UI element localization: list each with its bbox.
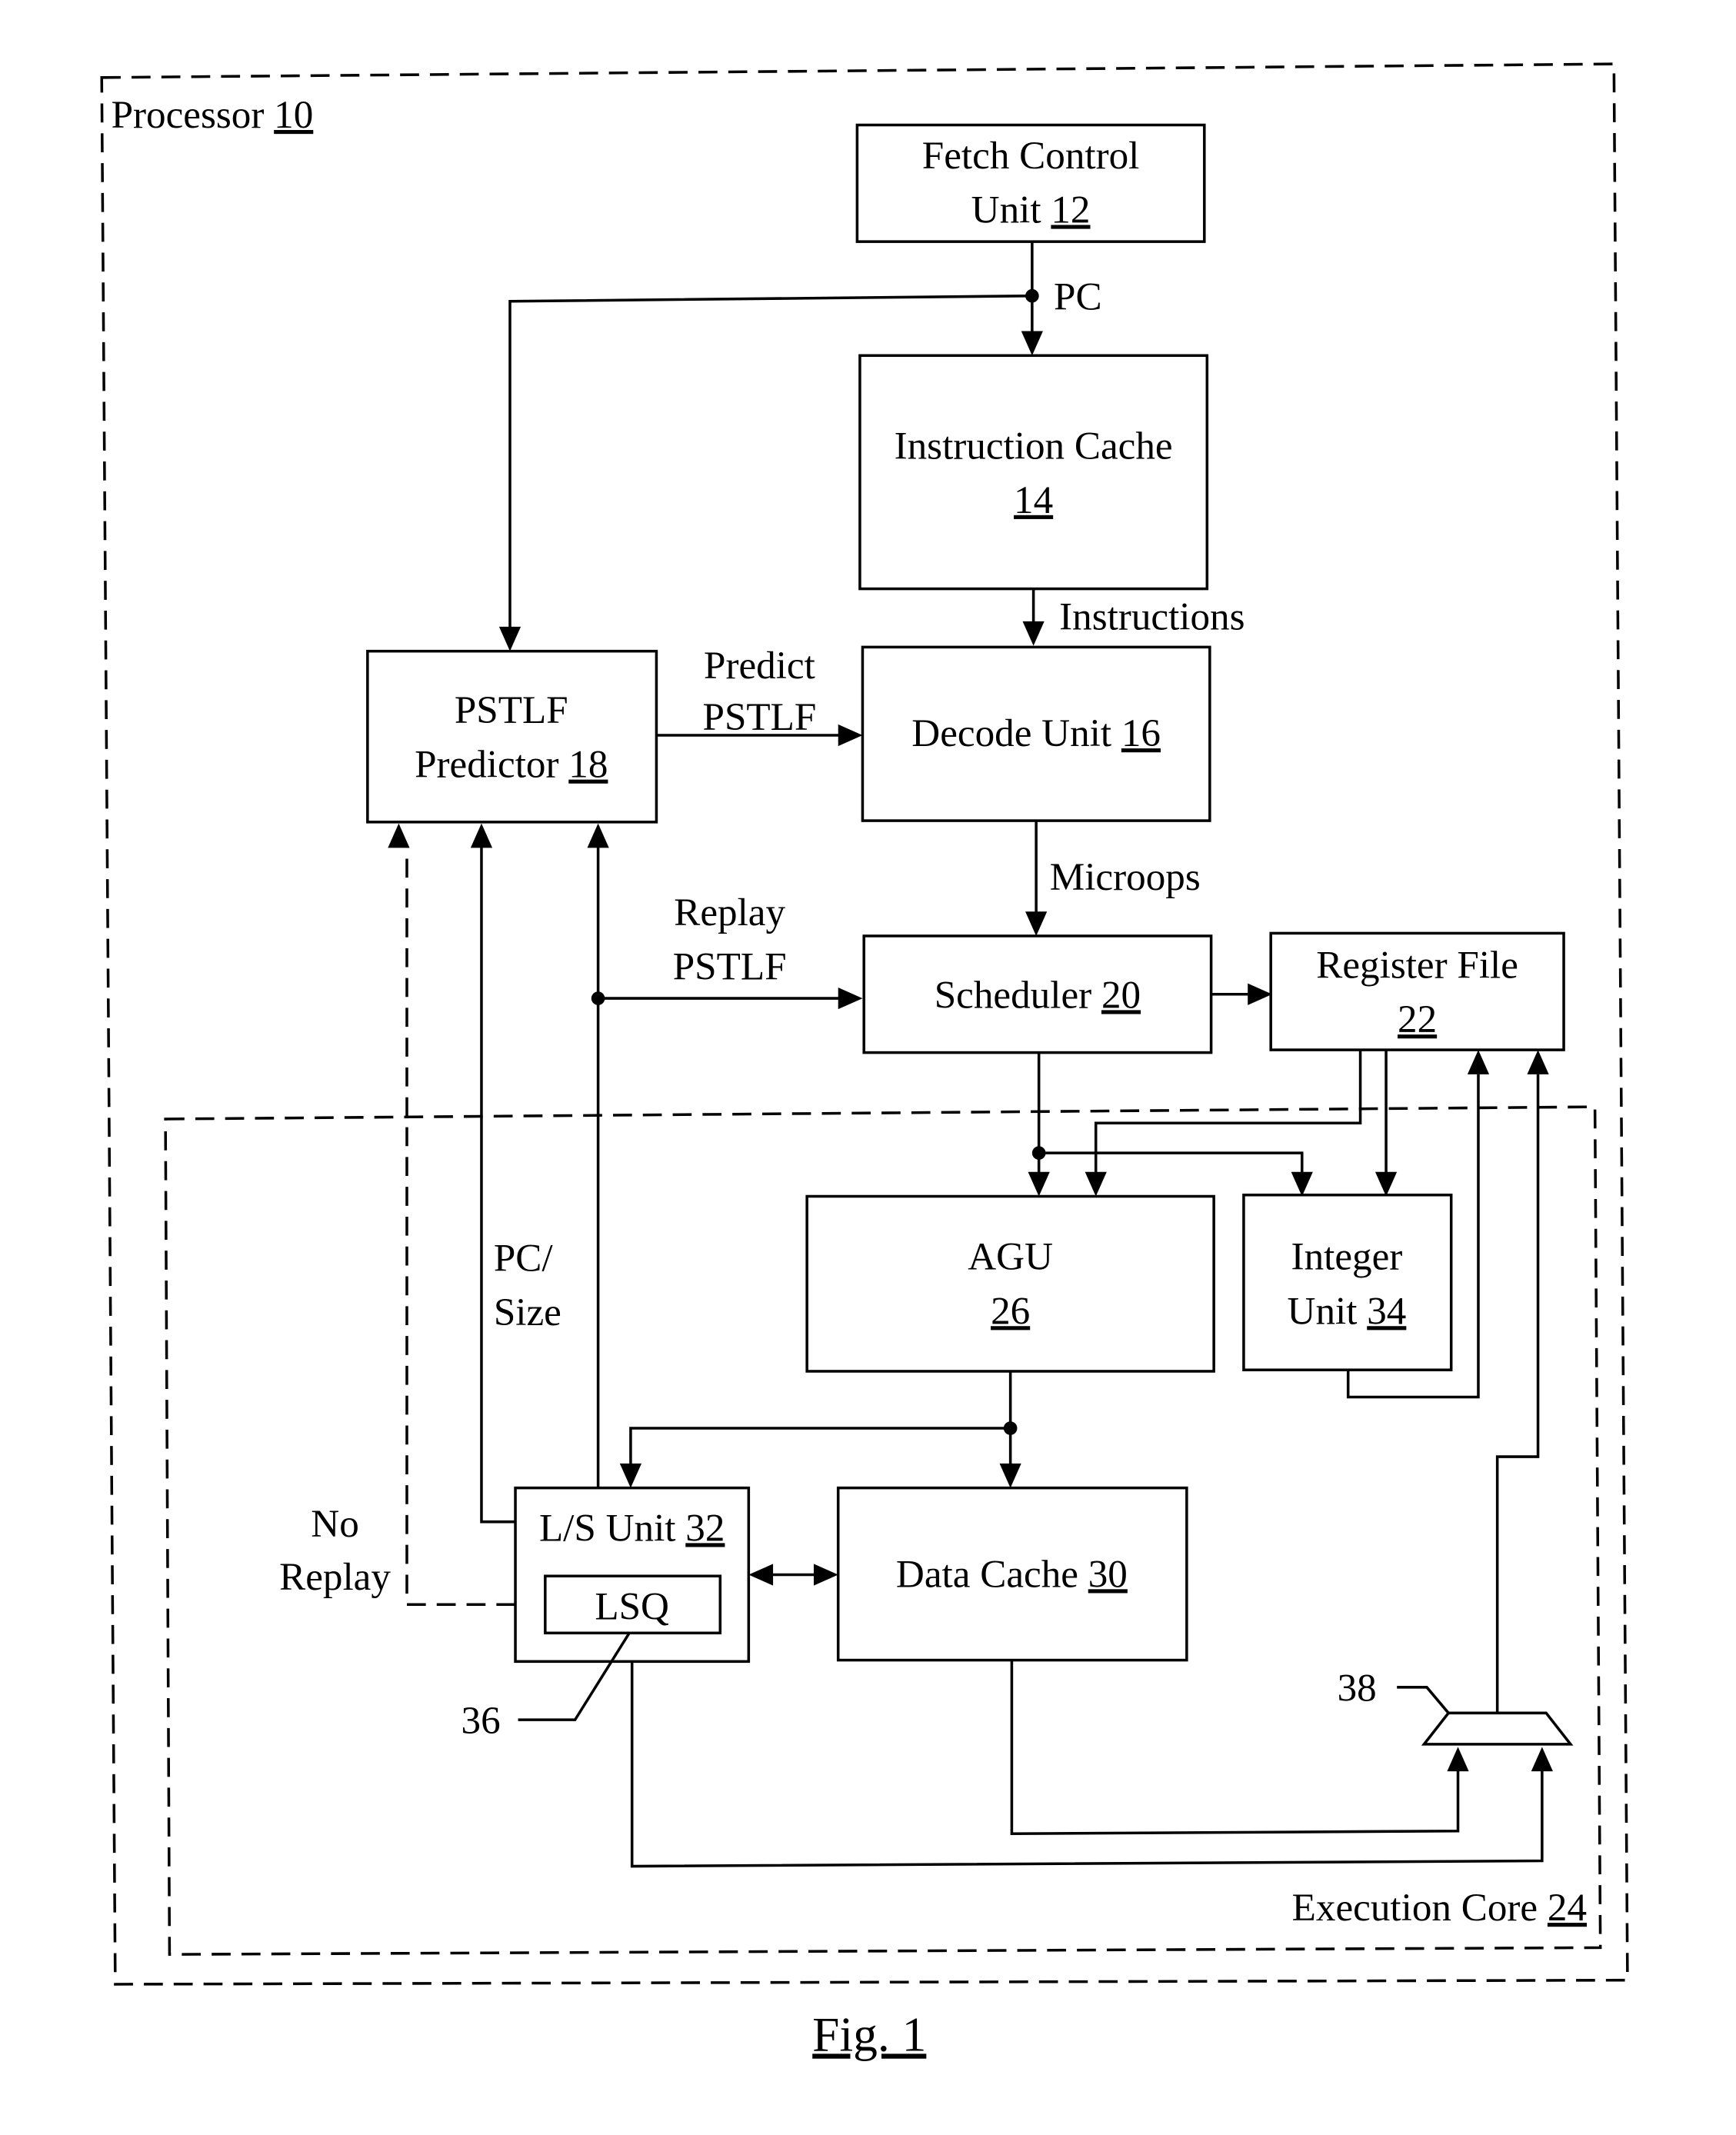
- svg-text:Integer: Integer: [1291, 1235, 1403, 1279]
- no-replay-label-line2: Replay: [279, 1555, 391, 1599]
- svg-text:Decode Unit 16: Decode Unit 16: [911, 711, 1161, 755]
- svg-text:Predictor 18: Predictor 18: [415, 743, 608, 787]
- agu-block: AGU 26: [805, 1194, 1215, 1373]
- instructions-signal-label: Instructions: [1059, 595, 1245, 638]
- svg-text:Unit 12: Unit 12: [971, 188, 1091, 231]
- decode-unit-block: Decode Unit 16: [861, 645, 1211, 822]
- dcache-to-mux-wire: [1010, 1660, 1460, 1836]
- predict-pstlf-label-line1: Predict: [704, 644, 815, 688]
- mux-callout-line: [1397, 1686, 1450, 1714]
- int-to-regfile-arrowhead: [1467, 1050, 1490, 1074]
- scheduler-junction: [1031, 1146, 1046, 1160]
- ls-to-mux-arrowhead: [1531, 1747, 1553, 1772]
- dcache-to-mux-arrowhead: [1447, 1747, 1469, 1772]
- replay-to-predictor-arrowhead: [587, 823, 609, 848]
- data-cache-block: Data Cache 30: [836, 1486, 1188, 1662]
- ls-unit-block: L/S Unit 32 LSQ: [514, 1486, 751, 1664]
- replay-pstlf-wire: [596, 846, 844, 1490]
- instructions-arrowhead: [1022, 621, 1045, 646]
- svg-text:Scheduler 20: Scheduler 20: [935, 973, 1141, 1017]
- lsq-callout-ref: 36: [461, 1699, 501, 1743]
- svg-text:Fetch Control: Fetch Control: [922, 134, 1140, 178]
- fetch-control-unit-block: Fetch Control Unit 12: [855, 123, 1206, 243]
- no-replay-label-line1: No: [311, 1502, 358, 1546]
- processor-label: Processor 10: [112, 93, 314, 137]
- svg-text:26: 26: [991, 1289, 1030, 1333]
- agu-to-ls-arrowhead: [619, 1463, 642, 1488]
- microops-signal-label: Microops: [1050, 855, 1201, 899]
- scheduler-to-int-arrowhead: [1291, 1171, 1313, 1197]
- figure-caption: Fig. 1: [812, 2007, 926, 2061]
- scheduler-to-agu-arrowhead: [1028, 1171, 1050, 1197]
- microops-arrowhead: [1025, 911, 1048, 936]
- svg-text:Data Cache 30: Data Cache 30: [896, 1552, 1128, 1596]
- no-replay-arrowhead: [388, 823, 410, 848]
- regfile-to-agu-arrowhead: [1085, 1171, 1107, 1197]
- agu-output-wire: [629, 1371, 1012, 1468]
- svg-text:22: 22: [1398, 998, 1437, 1041]
- mux-to-regfile-arrowhead: [1527, 1050, 1549, 1074]
- svg-text:AGU: AGU: [968, 1235, 1053, 1279]
- mux-to-regfile-wire: [1495, 1074, 1540, 1714]
- scheduler-to-agu-wire: [1037, 1052, 1304, 1177]
- svg-text:Register File: Register File: [1316, 944, 1518, 988]
- replay-junction: [591, 991, 605, 1005]
- replay-pstlf-label-line1: Replay: [674, 891, 785, 934]
- regfile-to-agu-wire: [1094, 1050, 1362, 1177]
- pstlf-predictor-block: PSTLF Predictor 18: [366, 649, 658, 824]
- pc-signal-label: PC: [1054, 275, 1102, 318]
- no-replay-wire: [405, 846, 516, 1607]
- scheduler-block: Scheduler 20: [862, 934, 1213, 1054]
- pc-size-arrowhead: [470, 823, 493, 848]
- pc-size-label-line2: Size: [494, 1291, 561, 1334]
- svg-text:14: 14: [1014, 478, 1053, 522]
- predict-pstlf-label-line2: PSTLF: [703, 695, 817, 739]
- pc-arrowhead: [1021, 331, 1043, 356]
- svg-text:Instruction Cache: Instruction Cache: [895, 424, 1173, 468]
- mux-callout-ref: 38: [1338, 1666, 1377, 1710]
- ls-dcache-left-arrowhead: [748, 1564, 774, 1586]
- result-mux: [1421, 1711, 1574, 1746]
- pc-size-wire: [480, 846, 516, 1524]
- agu-junction: [1003, 1421, 1018, 1435]
- predict-pstlf-arrowhead: [838, 724, 863, 747]
- lsq-label: LSQ: [595, 1585, 669, 1629]
- replay-to-scheduler-arrowhead: [838, 987, 863, 1010]
- scheduler-to-regfile-arrowhead: [1248, 983, 1272, 1005]
- svg-text:L/S Unit 32: L/S Unit 32: [539, 1506, 725, 1550]
- regfile-to-int-arrowhead: [1374, 1171, 1398, 1197]
- svg-text:Unit 34: Unit 34: [1288, 1289, 1407, 1333]
- pc-size-label-line1: PC/: [494, 1236, 554, 1280]
- integer-unit-block: Integer Unit 34: [1242, 1193, 1453, 1371]
- pc-junction: [1025, 288, 1039, 303]
- execution-core-label: Execution Core 24: [1292, 1886, 1587, 1930]
- processor-block-diagram: Processor 10 Execution Core 24 Fetch Con…: [100, 62, 1629, 2061]
- ls-to-mux-wire: [630, 1661, 1544, 1868]
- replay-pstlf-label-line2: PSTLF: [673, 944, 787, 988]
- register-file-block: Register File 22: [1269, 931, 1565, 1051]
- instruction-cache-block: Instruction Cache 14: [858, 354, 1209, 591]
- svg-text:PSTLF: PSTLF: [455, 688, 568, 732]
- pc-to-predictor-arrowhead: [498, 626, 521, 651]
- agu-to-dcache-arrowhead: [999, 1463, 1021, 1488]
- ls-dcache-right-arrowhead: [813, 1564, 838, 1586]
